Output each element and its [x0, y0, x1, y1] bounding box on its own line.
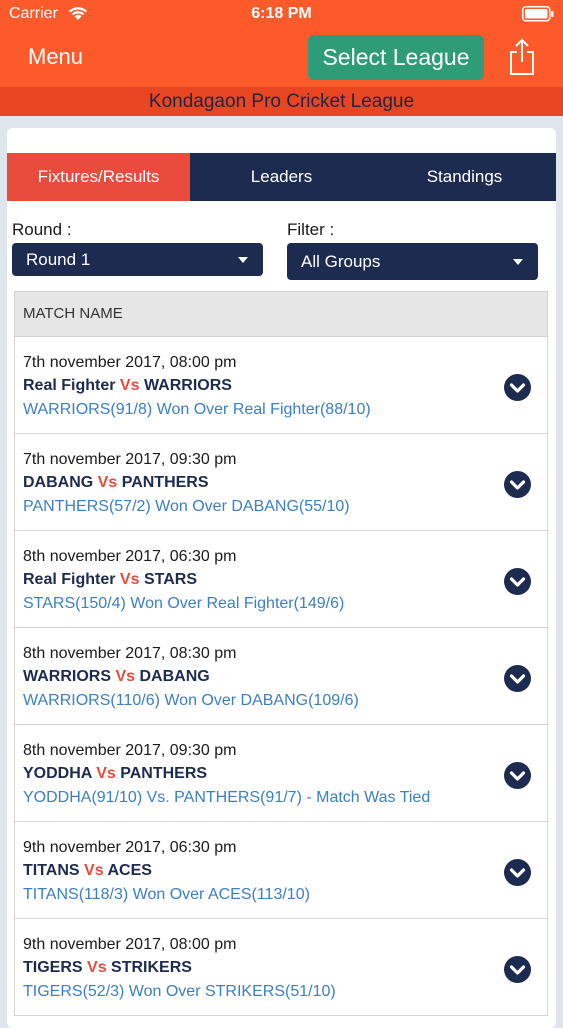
match-row[interactable]: 7th november 2017, 09:30 pm DABANG Vs PA… [14, 434, 548, 531]
team-away: ACES [107, 862, 152, 879]
vs-label: Vs [119, 571, 140, 588]
battery-icon [522, 6, 554, 22]
vs-label: Vs [119, 377, 140, 394]
chevron-circle-down-icon[interactable] [504, 665, 531, 692]
team-home: DABANG [23, 474, 94, 491]
vs-label: Vs [84, 862, 104, 879]
match-date: 8th november 2017, 06:30 pm [23, 548, 237, 565]
vs-label: Vs [96, 765, 116, 782]
team-away: PANTHERS [121, 474, 209, 491]
chevron-circle-down-icon[interactable] [504, 471, 531, 498]
team-away: WARRIORS [143, 377, 232, 394]
team-away: STRIKERS [111, 959, 192, 976]
match-date: 9th november 2017, 08:00 pm [23, 936, 237, 953]
league-title: Kondagaon Pro Cricket League [0, 87, 563, 116]
filter-select-value: All Groups [301, 252, 381, 271]
team-away: STARS [143, 571, 197, 588]
match-row[interactable]: 9th november 2017, 06:30 pm TITANS Vs AC… [14, 822, 548, 919]
chevron-circle-down-icon[interactable] [504, 762, 531, 789]
match-result: TIGERS(52/3) Won Over STRIKERS(51/10) [23, 983, 336, 1000]
match-date: 9th november 2017, 06:30 pm [23, 839, 237, 856]
match-teams: DABANG Vs PANTHERS [23, 474, 209, 492]
match-row[interactable]: 8th november 2017, 06:30 pm Real Fighter… [14, 531, 548, 628]
chevron-circle-down-icon[interactable] [504, 859, 531, 886]
tab-leaders[interactable]: Leaders [190, 153, 373, 201]
team-home: TIGERS [23, 959, 83, 976]
tab-fixtures-results[interactable]: Fixtures/Results [7, 153, 190, 201]
match-teams: TITANS Vs ACES [23, 862, 152, 880]
match-row[interactable]: 8th november 2017, 09:30 pm YODDHA Vs PA… [14, 725, 548, 822]
match-teams: YODDHA Vs PANTHERS [23, 765, 207, 783]
chevron-circle-down-icon[interactable] [504, 956, 531, 983]
status-time: 6:18 PM [251, 5, 312, 22]
match-result: TITANS(118/3) Won Over ACES(113/10) [23, 886, 310, 903]
team-home: Real Fighter [23, 377, 116, 394]
share-icon[interactable] [506, 38, 538, 76]
match-teams: WARRIORS Vs DABANG [23, 668, 210, 686]
match-teams: Real Fighter Vs STARS [23, 571, 197, 589]
app-header: Carrier 6:18 PM Menu Select League [0, 0, 563, 87]
match-result: STARS(150/4) Won Over Real Fighter(149/6… [23, 595, 345, 612]
match-result: WARRIORS(110/6) Won Over DABANG(109/6) [23, 692, 359, 709]
match-teams: TIGERS Vs STRIKERS [23, 959, 192, 977]
match-teams: Real Fighter Vs WARRIORS [23, 377, 232, 395]
match-date: 7th november 2017, 08:00 pm [23, 354, 237, 371]
round-label: Round : [12, 220, 72, 239]
match-date: 7th november 2017, 09:30 pm [23, 451, 237, 468]
tab-bar: Fixtures/Results Leaders Standings [7, 153, 556, 201]
filter-label: Filter : [287, 220, 335, 239]
match-result: WARRIORS(91/8) Won Over Real Fighter(88/… [23, 401, 371, 418]
vs-label: Vs [97, 474, 118, 491]
match-table-header: MATCH NAME [14, 291, 548, 337]
chevron-down-icon [513, 258, 523, 265]
match-result: PANTHERS(57/2) Won Over DABANG(55/10) [23, 498, 350, 515]
filter-select[interactable]: All Groups [287, 243, 538, 280]
chevron-circle-down-icon[interactable] [504, 568, 531, 595]
team-home: WARRIORS [23, 668, 111, 685]
match-date: 8th november 2017, 08:30 pm [23, 645, 237, 662]
tab-standings[interactable]: Standings [373, 153, 556, 201]
match-list: 7th november 2017, 08:00 pm Real Fighter… [14, 337, 548, 1016]
team-home: Real Fighter [23, 571, 116, 588]
team-away: DABANG [139, 668, 210, 685]
team-home: YODDHA [23, 765, 92, 782]
chevron-circle-down-icon[interactable] [504, 374, 531, 401]
status-bar: Carrier 6:18 PM [0, 0, 563, 30]
fixtures-card: Fixtures/Results Leaders Standings Round… [7, 128, 556, 1028]
chevron-down-icon [238, 256, 248, 263]
round-select-value: Round 1 [26, 250, 91, 269]
match-row[interactable]: 7th november 2017, 08:00 pm Real Fighter… [14, 337, 548, 434]
team-home: TITANS [23, 862, 80, 879]
team-away: PANTHERS [120, 765, 208, 782]
vs-label: Vs [87, 959, 107, 976]
match-date: 8th november 2017, 09:30 pm [23, 742, 237, 759]
match-result: YODDHA(91/10) Vs. PANTHERS(91/7) - Match… [23, 789, 431, 806]
menu-button[interactable]: Menu [28, 44, 83, 70]
match-row[interactable]: 8th november 2017, 08:30 pm WARRIORS Vs … [14, 628, 548, 725]
vs-label: Vs [115, 668, 136, 685]
select-league-button[interactable]: Select League [308, 35, 484, 80]
match-row[interactable]: 9th november 2017, 08:00 pm TIGERS Vs ST… [14, 919, 548, 1016]
round-select[interactable]: Round 1 [12, 243, 263, 276]
